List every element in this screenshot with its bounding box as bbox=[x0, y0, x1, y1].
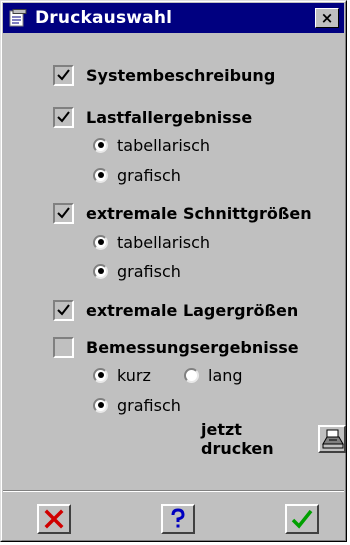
bemessung-lang-radio[interactable]: lang bbox=[184, 362, 243, 388]
printer-icon bbox=[322, 429, 345, 449]
lastfall-grafisch-radio[interactable]: grafisch bbox=[93, 162, 181, 188]
checkmark-icon bbox=[57, 303, 70, 316]
radio-button[interactable] bbox=[93, 137, 108, 153]
kurz-label: kurz bbox=[117, 365, 151, 385]
lagergroessen-checkbox[interactable] bbox=[53, 299, 74, 321]
option-lagergroessen[interactable]: extremale Lagergrößen bbox=[53, 297, 298, 323]
tabellarisch-label: tabellarisch bbox=[117, 135, 211, 155]
druckauswahl-dialog: Druckauswahl × Systembeschreibung Lastfa… bbox=[0, 0, 347, 542]
title-bar[interactable]: Druckauswahl × bbox=[3, 3, 344, 33]
checkmark-icon bbox=[57, 68, 70, 81]
window-title: Druckauswahl bbox=[35, 8, 173, 28]
print-now-label: jetzt drucken bbox=[201, 420, 274, 458]
lastfallergebnisse-checkbox[interactable] bbox=[53, 106, 74, 128]
cancel-x-icon bbox=[44, 509, 64, 529]
bemessungsergebnisse-label: Bemessungsergebnisse bbox=[86, 337, 299, 357]
ok-button[interactable] bbox=[285, 504, 319, 534]
systembeschreibung-label: Systembeschreibung bbox=[86, 65, 276, 85]
option-lastfallergebnisse[interactable]: Lastfallergebnisse bbox=[53, 104, 252, 130]
radio-button[interactable] bbox=[93, 397, 108, 413]
radio-button[interactable] bbox=[93, 367, 108, 383]
close-button[interactable]: × bbox=[315, 8, 339, 28]
radio-button[interactable] bbox=[93, 234, 108, 250]
cancel-button[interactable] bbox=[37, 504, 71, 534]
checkmark-icon bbox=[57, 206, 70, 219]
option-schnittgroessen[interactable]: extremale Schnittgrößen bbox=[53, 200, 312, 226]
window-icon bbox=[9, 9, 27, 27]
schnitt-grafisch-radio[interactable]: grafisch bbox=[93, 258, 181, 284]
checkmark-icon bbox=[57, 110, 70, 123]
schnittgroessen-label: extremale Schnittgrößen bbox=[86, 203, 312, 223]
grafisch-label: grafisch bbox=[117, 395, 181, 415]
help-button[interactable] bbox=[161, 504, 195, 534]
print-now-row: jetzt drucken bbox=[201, 420, 346, 458]
radio-button[interactable] bbox=[93, 167, 108, 183]
bemessungsergebnisse-checkbox[interactable] bbox=[53, 336, 74, 358]
help-question-icon bbox=[171, 508, 185, 528]
lastfallergebnisse-label: Lastfallergebnisse bbox=[86, 107, 253, 127]
print-now-button[interactable] bbox=[318, 425, 346, 453]
separator-highlight bbox=[3, 491, 344, 492]
lagergroessen-label: extremale Lagergrößen bbox=[86, 300, 299, 320]
radio-button[interactable] bbox=[184, 367, 199, 383]
bemessung-kurz-radio[interactable]: kurz bbox=[93, 362, 151, 388]
lastfall-tabellarisch-radio[interactable]: tabellarisch bbox=[93, 132, 210, 158]
schnitt-tabellarisch-radio[interactable]: tabellarisch bbox=[93, 229, 210, 255]
schnittgroessen-checkbox[interactable] bbox=[53, 202, 74, 224]
bemessung-grafisch-radio[interactable]: grafisch bbox=[93, 392, 181, 418]
lang-label: lang bbox=[208, 365, 243, 385]
close-icon: × bbox=[320, 8, 334, 27]
tabellarisch-label: tabellarisch bbox=[117, 232, 211, 252]
radio-button[interactable] bbox=[93, 263, 108, 279]
grafisch-label: grafisch bbox=[117, 165, 181, 185]
grafisch-label: grafisch bbox=[117, 261, 181, 281]
systembeschreibung-checkbox[interactable] bbox=[53, 64, 74, 86]
ok-check-icon bbox=[291, 509, 313, 529]
option-bemessungsergebnisse[interactable]: Bemessungsergebnisse bbox=[53, 334, 299, 360]
option-systembeschreibung[interactable]: Systembeschreibung bbox=[53, 62, 275, 88]
